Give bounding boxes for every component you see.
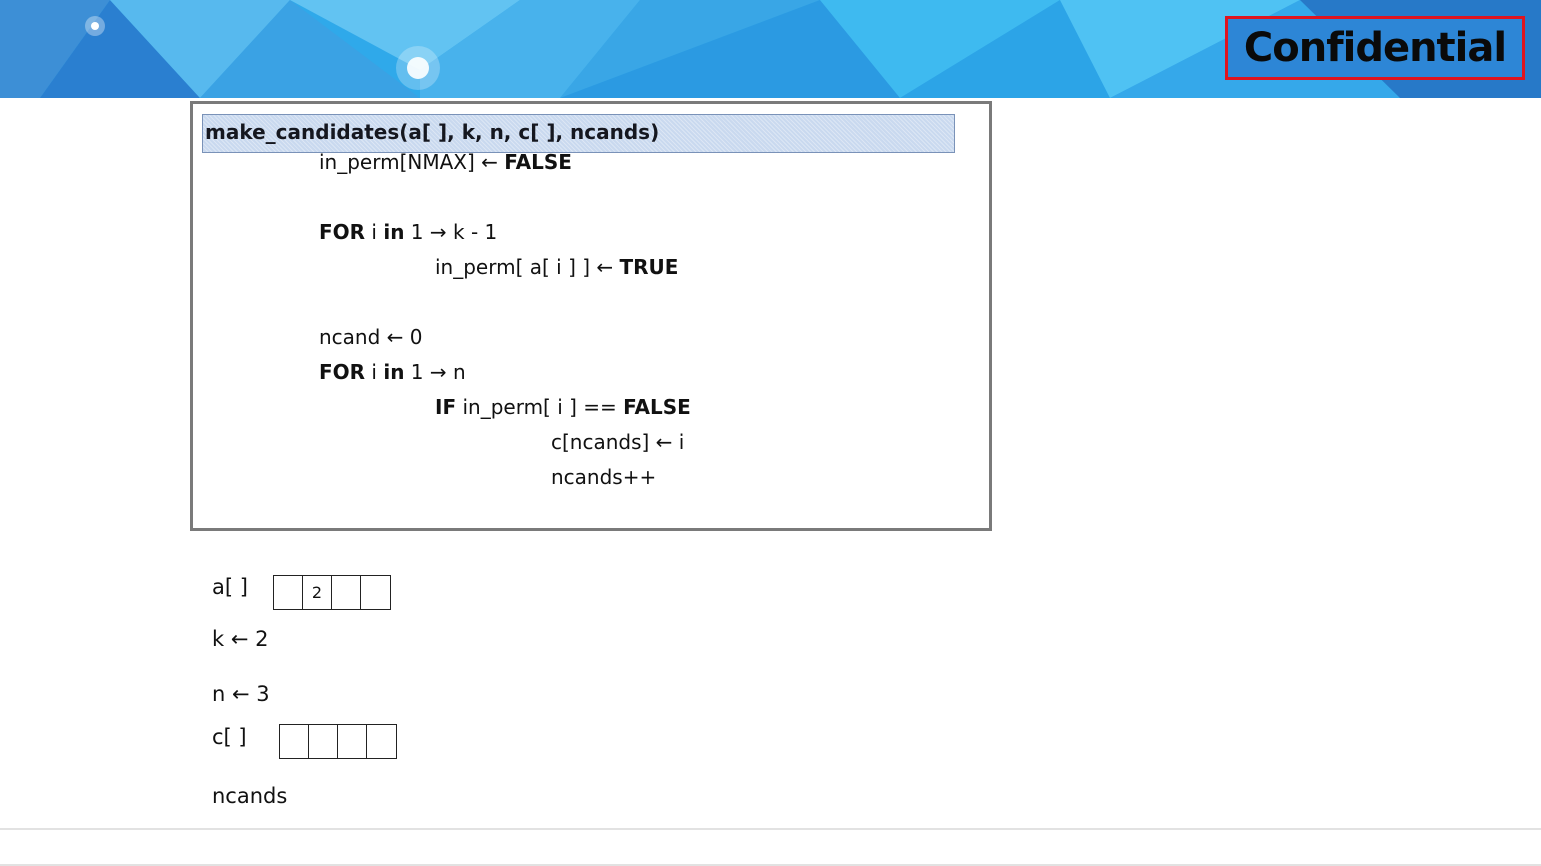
array-c-cells xyxy=(279,724,397,759)
array-c-cell xyxy=(309,725,338,758)
array-a-cells: 2 xyxy=(273,575,391,610)
code-line-init-in-perm: in_perm[NMAX] ← FALSE xyxy=(319,150,572,174)
array-a-cell xyxy=(332,576,361,609)
array-a-label: a[ ] xyxy=(212,575,248,599)
code-line-for-loop-k: FOR i in 1 → k - 1 xyxy=(319,220,498,244)
code-line-increment: ncands++ xyxy=(551,465,657,489)
pseudocode-box: make_candidates(a[ ], k, n, c[ ], ncands… xyxy=(190,101,992,531)
array-c-cell xyxy=(338,725,367,758)
function-signature: make_candidates(a[ ], k, n, c[ ], ncands… xyxy=(205,120,660,144)
array-c-cell xyxy=(367,725,396,758)
array-a-cell xyxy=(361,576,390,609)
code-line-for-loop-n: FOR i in 1 → n xyxy=(319,360,466,384)
array-c-label: c[ ] xyxy=(212,725,247,749)
footer-divider xyxy=(0,828,1541,830)
confidential-badge: Confidential xyxy=(1225,16,1525,80)
n-assignment: n ← 3 xyxy=(212,682,270,706)
code-line-if-check: IF in_perm[ i ] == FALSE xyxy=(435,395,691,419)
header-banner: Confidential xyxy=(0,0,1541,98)
array-a-cell: 2 xyxy=(303,576,332,609)
code-line-ncand-init: ncand ← 0 xyxy=(319,325,423,349)
code-line-set-true: in_perm[ a[ i ] ] ← TRUE xyxy=(435,255,679,279)
ncands-label: ncands xyxy=(212,784,288,808)
code-line-assign-candidate: c[ncands] ← i xyxy=(551,430,685,454)
k-assignment: k ← 2 xyxy=(212,627,269,651)
array-a-cell xyxy=(274,576,303,609)
array-c-cell xyxy=(280,725,309,758)
function-header: make_candidates(a[ ], k, n, c[ ], ncands… xyxy=(202,114,955,153)
